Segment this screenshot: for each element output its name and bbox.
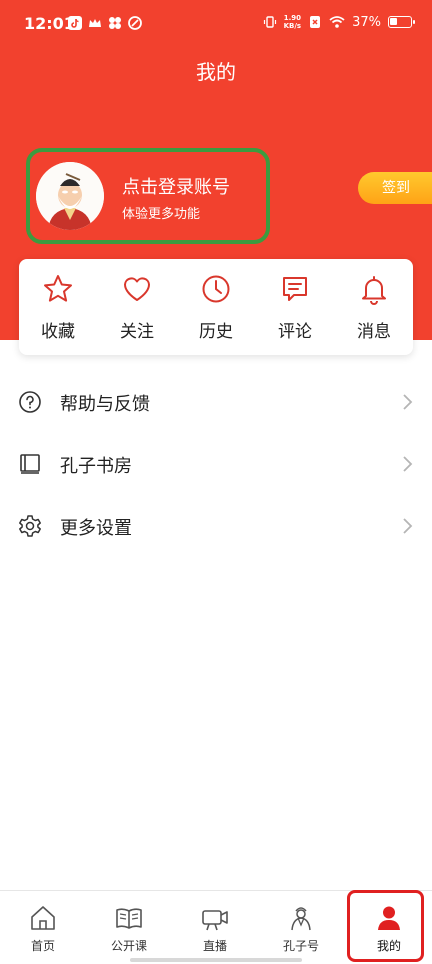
- quick-action-following[interactable]: 关注: [98, 259, 176, 355]
- battery-icon: [388, 16, 415, 28]
- wifi-icon: [329, 16, 345, 28]
- login-subtitle: 体验更多功能: [122, 207, 201, 222]
- quick-action-label: 关注: [120, 322, 154, 342]
- menu-item-more-settings[interactable]: 更多设置: [0, 495, 432, 557]
- home-indicator[interactable]: [130, 958, 302, 962]
- quick-action-messages[interactable]: 消息: [335, 259, 413, 355]
- confucius-icon: [291, 907, 311, 931]
- clock-icon: [202, 275, 230, 303]
- tab-live[interactable]: 直播: [172, 891, 258, 964]
- home-icon: [31, 906, 55, 930]
- no-sim-icon: [310, 16, 321, 28]
- quick-action-comments[interactable]: 评论: [256, 259, 334, 355]
- link-app-icon: [128, 16, 142, 30]
- quick-action-label: 历史: [199, 322, 233, 342]
- vibrate-icon: [263, 16, 276, 28]
- menu-item-label: 孔子书房: [60, 456, 132, 477]
- active-tab-highlight: [347, 890, 424, 962]
- tab-label: 孔子号: [282, 939, 319, 953]
- bell-icon: [362, 276, 386, 305]
- crown-icon: [89, 19, 101, 27]
- star-icon: [44, 275, 72, 302]
- page-title: 我的: [196, 60, 236, 84]
- quick-action-favorites[interactable]: 收藏: [19, 259, 97, 355]
- tab-home[interactable]: 首页: [0, 891, 86, 964]
- status-bar: 12:01 1.90 KB/s 37%: [0, 0, 432, 50]
- tab-label: 首页: [30, 939, 55, 953]
- question-icon: [19, 391, 41, 413]
- menu-item-help-feedback[interactable]: 帮助与反馈: [0, 371, 432, 433]
- battery-percent: 37%: [352, 14, 381, 30]
- net-speed: 1.90 KB/s: [283, 14, 302, 30]
- menu-item-confucius-study[interactable]: 孔子书房: [0, 433, 432, 495]
- pinwheel-icon: [109, 17, 121, 29]
- chevron-right-icon: [403, 518, 413, 534]
- quick-action-label: 收藏: [41, 322, 75, 342]
- gear-icon: [19, 515, 41, 537]
- video-camera-icon: [202, 910, 228, 931]
- tab-open-class[interactable]: 公开课: [86, 891, 172, 964]
- menu-item-label: 更多设置: [60, 518, 132, 539]
- open-book-icon: [116, 908, 142, 929]
- confucius-avatar-icon: [36, 162, 104, 230]
- heart-icon: [124, 277, 150, 301]
- quick-action-history[interactable]: 历史: [177, 259, 255, 355]
- tab-label: 公开课: [110, 939, 147, 953]
- comment-icon: [283, 277, 307, 301]
- login-title[interactable]: 点击登录账号: [122, 173, 230, 199]
- book-icon: [20, 454, 40, 474]
- chevron-right-icon: [403, 456, 413, 472]
- quick-action-label: 评论: [278, 322, 312, 342]
- tiktok-icon: [68, 16, 82, 30]
- tab-label: 直播: [202, 939, 227, 953]
- avatar[interactable]: [36, 162, 104, 230]
- quick-actions-panel: 收藏 关注 历史 评论 消息: [19, 259, 413, 355]
- checkin-button[interactable]: 签到: [358, 172, 432, 204]
- chevron-right-icon: [403, 394, 413, 410]
- menu-item-label: 帮助与反馈: [60, 394, 150, 415]
- tab-confucius-account[interactable]: 孔子号: [258, 891, 344, 964]
- quick-action-label: 消息: [357, 322, 391, 342]
